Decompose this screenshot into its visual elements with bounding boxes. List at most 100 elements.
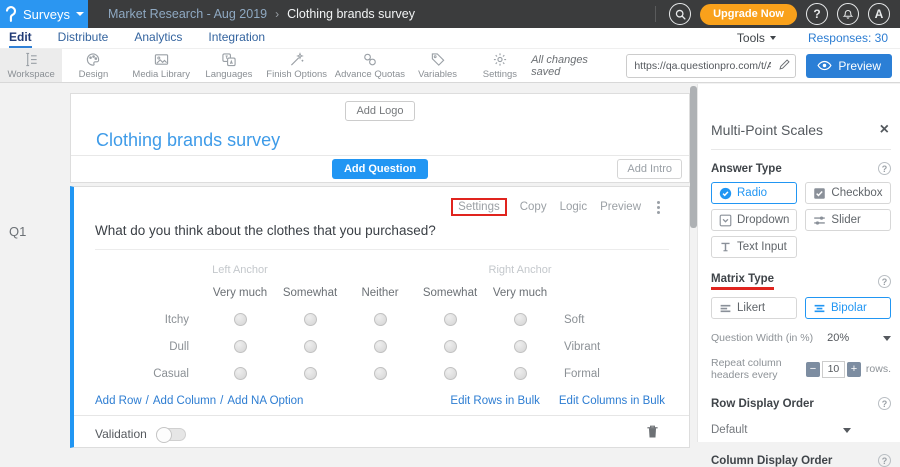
edit-url-button[interactable] [778, 58, 791, 76]
toolbar-item-design[interactable]: Design [62, 49, 124, 82]
matrix-row-right-label[interactable]: Soft [555, 314, 689, 326]
increment-button[interactable]: + [847, 362, 861, 377]
help-icon[interactable]: ? [878, 275, 891, 288]
toolbar-right: All changes saved Preview [531, 49, 900, 82]
matrix-column-header[interactable]: Very much [205, 287, 275, 299]
matrix-radio[interactable] [234, 313, 247, 326]
row-display-order-select[interactable]: Default [711, 424, 851, 436]
tools-menu[interactable]: Tools [737, 31, 776, 45]
tab-distribute[interactable]: Distribute [58, 28, 109, 48]
matrix-radio[interactable] [304, 313, 317, 326]
matrix-radio[interactable] [444, 340, 457, 353]
matrix-column-header[interactable]: Neither [345, 287, 415, 299]
option-label: Likert [737, 302, 765, 314]
question-copy-link[interactable]: Copy [520, 201, 547, 213]
matrix-column-header[interactable]: Somewhat [275, 287, 345, 299]
answer-type-slider[interactable]: Slider [805, 209, 891, 231]
delete-question-button[interactable] [646, 424, 659, 444]
matrix-row-right-label[interactable]: Formal [555, 368, 689, 380]
search-button[interactable] [669, 3, 691, 25]
question-preview-link[interactable]: Preview [600, 201, 641, 213]
toolbar-item-media-library[interactable]: Media Library [125, 49, 198, 82]
tab-edit[interactable]: Edit [9, 28, 32, 48]
toolbar-item-finish-options[interactable]: Finish Options [260, 49, 333, 82]
notifications-button[interactable] [837, 3, 859, 25]
survey-title[interactable]: Clothing brands survey [96, 130, 689, 151]
matrix-radio[interactable] [514, 340, 527, 353]
matrix-type-bipolar[interactable]: Bipolar [805, 297, 891, 319]
question-logic-link[interactable]: Logic [560, 201, 588, 213]
matrix-radio[interactable] [234, 367, 247, 380]
more-options-icon[interactable] [654, 200, 663, 215]
right-anchor-label: Right Anchor [485, 264, 555, 276]
help-icon[interactable]: ? [878, 454, 891, 467]
bulk-links: Edit Rows in Bulk Edit Columns in Bulk [450, 395, 665, 407]
add-row-link[interactable]: Add Row [95, 395, 142, 407]
decrement-button[interactable]: − [806, 362, 820, 377]
avatar[interactable]: A [868, 3, 890, 25]
toolbar-item-variables[interactable]: Variables [406, 49, 468, 82]
toolbar-item-workspace[interactable]: Workspace [0, 49, 62, 82]
matrix-radio[interactable] [234, 340, 247, 353]
matrix-header-row: Very much Somewhat Neither Somewhat Very… [94, 280, 689, 306]
survey-url-input[interactable] [626, 54, 796, 78]
answer-type-text-input[interactable]: Text Input [711, 236, 797, 258]
matrix-radio[interactable] [514, 313, 527, 326]
matrix-column-header[interactable]: Somewhat [415, 287, 485, 299]
upgrade-now-button[interactable]: Upgrade Now [700, 4, 797, 25]
edit-rows-in-bulk-link[interactable]: Edit Rows in Bulk [450, 395, 539, 407]
matrix-row-left-label[interactable]: Casual [94, 368, 205, 380]
help-icon[interactable]: ? [878, 397, 891, 410]
question-width-value[interactable]: 20% [827, 332, 849, 344]
topbar-actions: Upgrade Now ? A [655, 3, 900, 25]
repeat-headers-input[interactable] [822, 361, 845, 378]
toolbar-item-advance-quotas[interactable]: Advance Quotas [333, 49, 406, 82]
answer-type-dropdown[interactable]: Dropdown [711, 209, 797, 231]
matrix-radio[interactable] [304, 340, 317, 353]
matrix-column-header[interactable]: Very much [485, 287, 555, 299]
question-settings-link[interactable]: Settings [451, 198, 507, 216]
surveys-menu[interactable]: Surveys [0, 0, 88, 28]
preview-button[interactable]: Preview [806, 54, 892, 78]
answer-type-radio[interactable]: Radio [711, 182, 797, 204]
matrix-row-left-label[interactable]: Dull [94, 341, 205, 353]
responses-count[interactable]: Responses: 30 [808, 31, 888, 45]
question-card: Settings Copy Logic Preview What do you … [70, 186, 690, 448]
vertical-scrollbar[interactable] [690, 86, 697, 228]
matrix-radio[interactable] [514, 367, 527, 380]
help-button[interactable]: ? [806, 3, 828, 25]
tab-analytics[interactable]: Analytics [134, 28, 182, 48]
question-text[interactable]: What do you think about the clothes that… [95, 223, 689, 238]
matrix-radio[interactable] [444, 313, 457, 326]
toolbar-item-label: Media Library [132, 69, 190, 80]
matrix-radio[interactable] [374, 340, 387, 353]
option-label: Bipolar [831, 302, 867, 314]
edit-columns-in-bulk-link[interactable]: Edit Columns in Bulk [559, 395, 665, 407]
add-question-button[interactable]: Add Question [332, 159, 428, 179]
help-icon[interactable]: ? [878, 162, 891, 175]
option-label: Checkbox [831, 187, 882, 199]
add-column-link[interactable]: Add Column [153, 395, 216, 407]
matrix-radio[interactable] [444, 367, 457, 380]
matrix-radio[interactable] [374, 313, 387, 326]
add-na-option-link[interactable]: Add NA Option [227, 395, 303, 407]
matrix-radio[interactable] [304, 367, 317, 380]
close-icon[interactable]: × [878, 122, 891, 138]
matrix-row-right-label[interactable]: Vibrant [555, 341, 689, 353]
matrix-type-likert[interactable]: Likert [711, 297, 797, 319]
breadcrumb-parent[interactable]: Market Research - Aug 2019 [108, 7, 267, 21]
toolbar-item-languages[interactable]: Languages [198, 49, 260, 82]
matrix-radio[interactable] [374, 367, 387, 380]
matrix-row-left-label[interactable]: Itchy [94, 314, 205, 326]
add-intro-button[interactable]: Add Intro [617, 159, 682, 179]
chevron-down-icon[interactable] [883, 336, 891, 341]
tab-integration[interactable]: Integration [208, 28, 265, 48]
add-logo-button[interactable]: Add Logo [345, 101, 414, 121]
row-display-order-label: Row Display Order [711, 398, 814, 410]
validation-toggle[interactable] [156, 428, 186, 441]
question-divider [95, 249, 669, 250]
sidebar-title: Multi-Point Scales [711, 122, 823, 138]
toolbar-item-settings[interactable]: Settings [469, 49, 531, 82]
survey-toolbar: Workspace Design Media Library Languages… [0, 48, 900, 83]
answer-type-checkbox[interactable]: Checkbox [805, 182, 891, 204]
